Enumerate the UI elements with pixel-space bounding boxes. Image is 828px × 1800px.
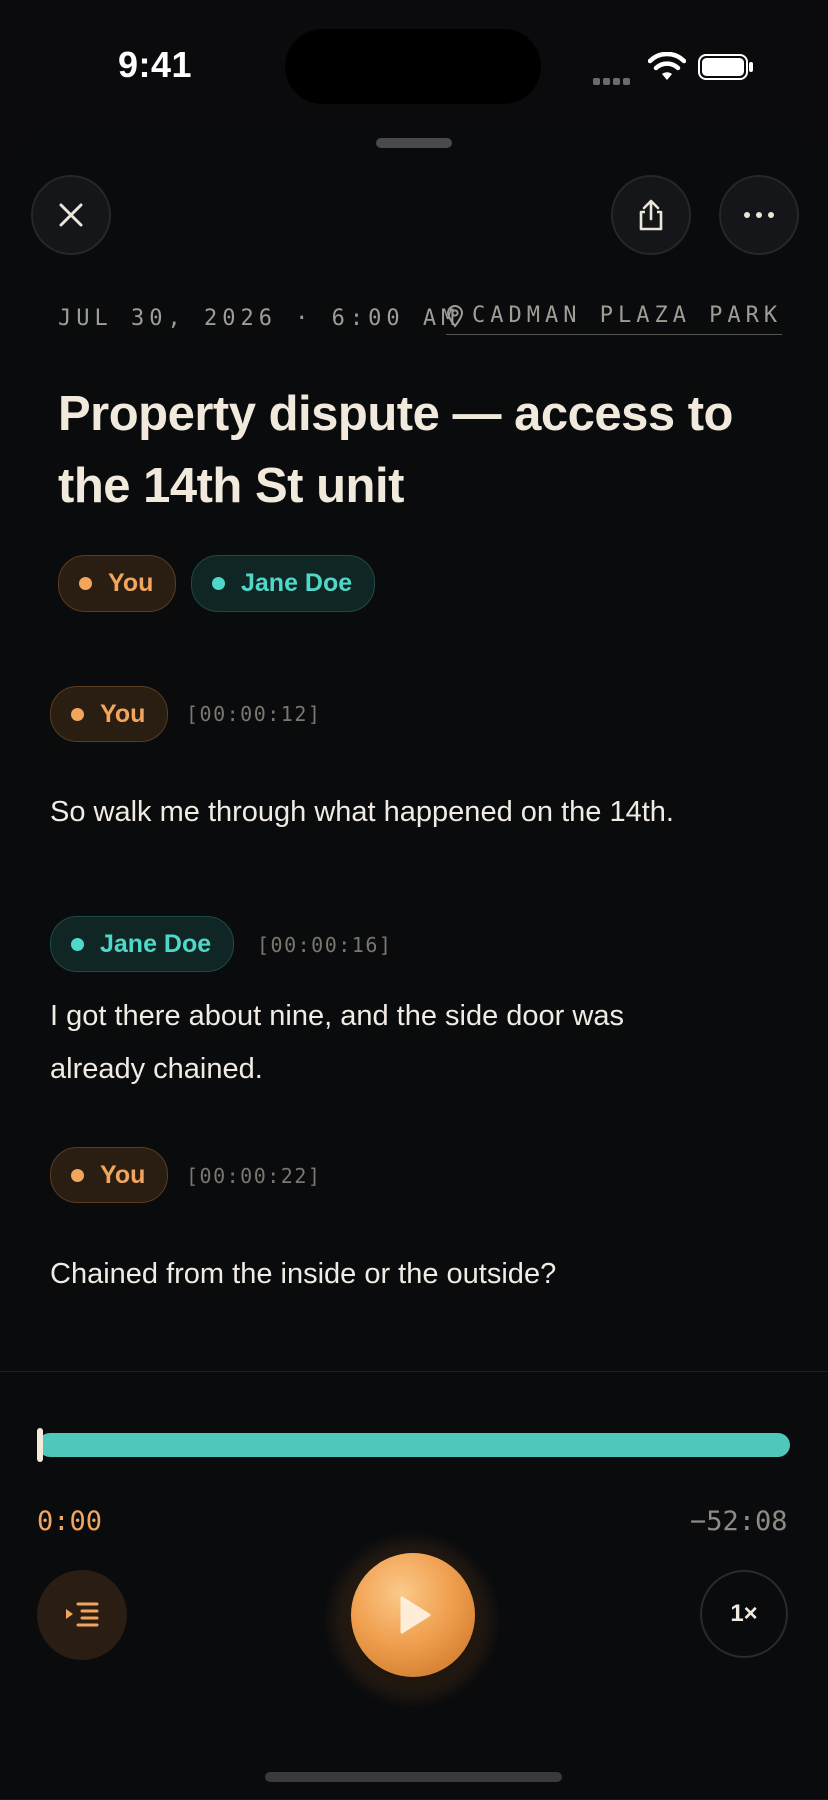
- playback-speed-button[interactable]: 1×: [700, 1570, 788, 1658]
- location-pin-icon: [446, 304, 464, 328]
- remaining-time: −52:08: [690, 1506, 788, 1537]
- participant-chip-jane-doe[interactable]: Jane Doe: [191, 555, 376, 612]
- more-icon: [744, 212, 774, 218]
- speaker-name: Jane Doe: [100, 929, 212, 958]
- scrubber-thumb[interactable]: [37, 1428, 43, 1462]
- participant-name: You: [108, 569, 154, 597]
- more-button[interactable]: [719, 175, 799, 255]
- dynamic-island: [285, 29, 541, 104]
- chapters-list-icon: [66, 1602, 99, 1627]
- close-icon: [59, 203, 83, 227]
- location-label: CADMAN PLAZA PARK: [472, 303, 783, 328]
- speaker-dot: [71, 707, 84, 721]
- speaker-dot: [212, 577, 225, 590]
- participant-chip-you[interactable]: You: [58, 555, 177, 612]
- status-bar-time: 9:41: [118, 44, 193, 85]
- transcript-text: I got there about nine, and the side doo…: [50, 1000, 624, 1085]
- transcript-timestamp[interactable]: [00:00:16]: [257, 933, 392, 957]
- speaker-dot: [71, 1168, 84, 1182]
- share-icon: [639, 199, 663, 231]
- speaker-chip-you[interactable]: You: [50, 1147, 169, 1203]
- chapters-button[interactable]: [37, 1570, 127, 1660]
- sheet-grabber[interactable]: [376, 138, 452, 148]
- speaker-chip-you[interactable]: You: [50, 686, 169, 742]
- speaker-name: You: [100, 699, 146, 728]
- speaker-dot: [79, 577, 92, 590]
- recording-title: Property dispute — access to the 14th St…: [58, 387, 733, 513]
- battery-icon: [698, 54, 753, 80]
- transcript-text: So walk me through what happened on the …: [50, 796, 674, 828]
- share-button[interactable]: [611, 175, 691, 255]
- cellular-signal-icon: [593, 72, 635, 85]
- home-indicator: [265, 1772, 562, 1782]
- elapsed-time: 0:00: [37, 1506, 103, 1537]
- speaker-dot: [71, 937, 84, 951]
- transcript-text: Chained from the inside or the outside?: [50, 1258, 557, 1290]
- player-divider: [0, 1371, 828, 1372]
- transcript-timestamp[interactable]: [00:00:22]: [186, 1164, 321, 1188]
- location-link[interactable]: CADMAN PLAZA PARK: [446, 303, 783, 335]
- wifi-icon: [648, 52, 686, 80]
- play-button[interactable]: [351, 1553, 475, 1677]
- participant-name: Jane Doe: [241, 569, 353, 597]
- play-icon: [400, 1596, 431, 1634]
- speaker-name: You: [100, 1160, 146, 1189]
- playback-scrubber[interactable]: [38, 1433, 790, 1457]
- transcript-timestamp[interactable]: [00:00:12]: [186, 702, 321, 726]
- speaker-chip-jane-doe[interactable]: Jane Doe: [50, 916, 235, 972]
- recording-date-time: JUL 30, 2026 · 6:00 AM: [58, 306, 460, 331]
- close-button[interactable]: [31, 175, 111, 255]
